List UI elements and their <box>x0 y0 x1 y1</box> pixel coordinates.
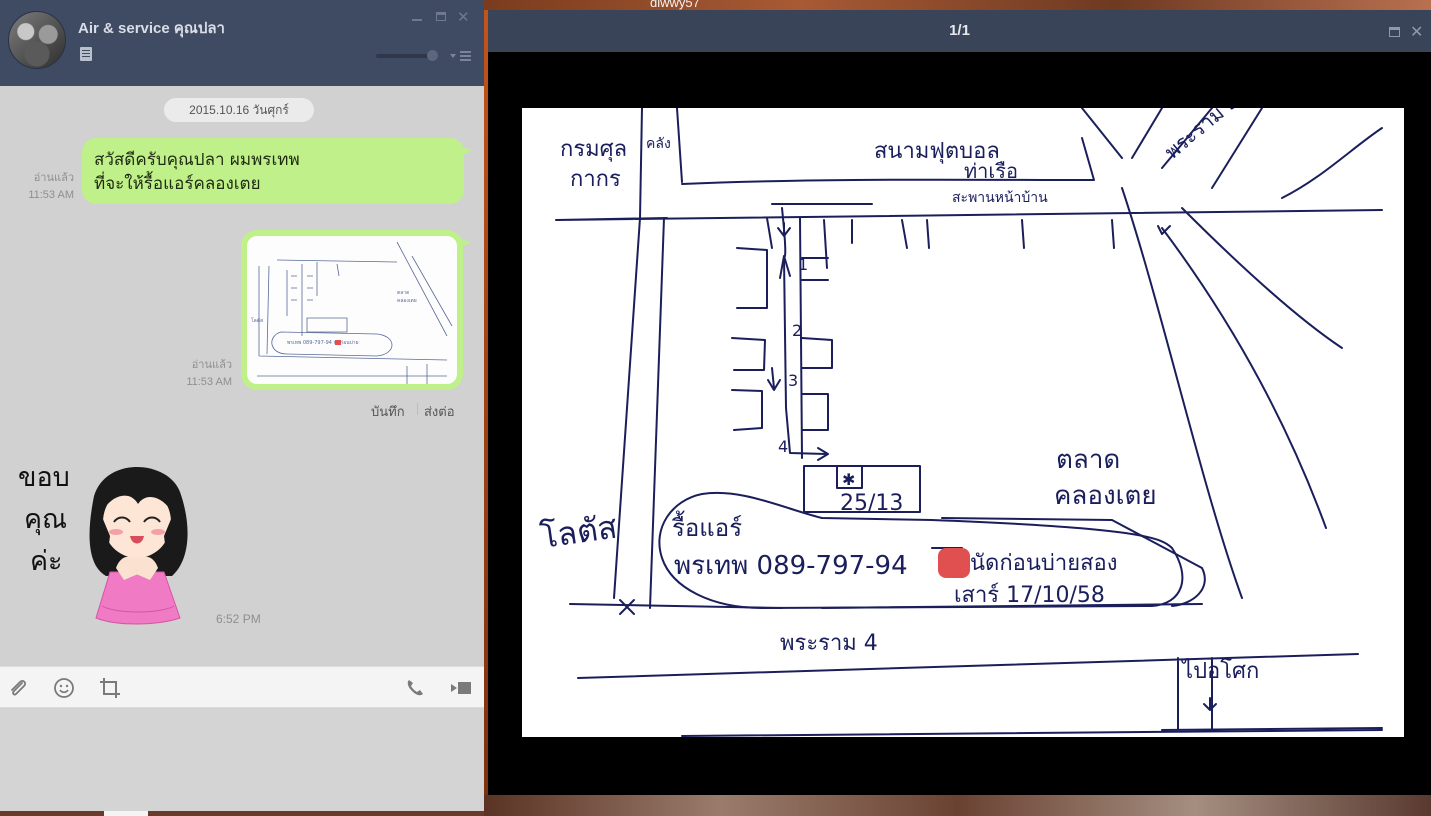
map-thumbnail[interactable]: พรเทพ 089-797-94 นัดก่อนบ่าย ตลาด คลองเต… <box>247 236 457 384</box>
map-label: พระราม 3 <box>1160 108 1244 164</box>
emoji-icon[interactable] <box>53 677 75 699</box>
close-icon[interactable]: ✕ <box>1410 22 1423 41</box>
map-star-icon: ✱ <box>842 470 855 489</box>
maximize-icon[interactable] <box>436 12 446 21</box>
message-time: 11:53 AM <box>28 189 74 201</box>
map-label: 2 <box>792 321 802 340</box>
map-label: พรเทพ 089-797-94 <box>674 551 908 581</box>
map-label: คลองเตย <box>1054 481 1157 511</box>
sticker-text-line: ขอบ <box>18 462 70 493</box>
taskbar-fragment <box>104 811 148 816</box>
viewer-titlebar: 1/1 ✕ <box>488 10 1431 52</box>
map-label: กรมศุล <box>560 137 627 162</box>
map-label: 3 <box>788 371 798 390</box>
map-label: 1 <box>798 255 808 274</box>
map-label: นัดก่อนบ่ายสอง <box>970 551 1118 576</box>
note-icon[interactable] <box>80 47 92 61</box>
phone-icon[interactable] <box>404 677 426 699</box>
message-line: สวัสดีครับคุณปลา ผมพรเทพ <box>94 150 300 170</box>
read-status: อ่านแล้ว <box>33 172 74 184</box>
svg-text:ตลาด: ตลาด <box>397 290 409 296</box>
desktop-background-bottom-left <box>0 811 484 816</box>
chat-title: Air & service คุณปลา <box>78 20 225 37</box>
map-label: ไปอโศก <box>1180 658 1259 684</box>
close-icon[interactable]: ✕ <box>457 10 470 25</box>
maximize-icon[interactable] <box>1389 27 1400 37</box>
paperclip-icon[interactable] <box>7 677 29 699</box>
read-status: อ่านแล้ว <box>191 359 232 371</box>
svg-text:โลตัส: โลตัส <box>251 317 263 324</box>
message-meta: อ่านแล้ว 11:53 AM <box>168 357 232 391</box>
save-button[interactable]: บันทึก <box>371 401 405 422</box>
desktop-icon-label[interactable]: diwwy57 <box>650 0 700 10</box>
menu-icon[interactable] <box>450 50 472 62</box>
map-label: 4 <box>778 437 788 456</box>
message-bubble[interactable]: สวัสดีครับคุณปลา ผมพรเทพ ที่จะให้รื้อแอร… <box>82 138 472 204</box>
svg-text:คลองเตย: คลองเตย <box>397 298 417 304</box>
chat-header: Air & service คุณปลา ✕ <box>0 0 484 86</box>
girl-sticker-icon <box>89 467 188 625</box>
map-label: คลัง <box>646 136 671 152</box>
image-viewer-window: 1/1 ✕ กรมศุล กากร คลัง สนามฟุตบอล ท่าเรื… <box>488 10 1431 795</box>
message-time: 11:53 AM <box>186 376 232 388</box>
sticker-message[interactable]: ขอบ คุณ ค่ะ <box>14 456 204 628</box>
map-label: สะพานหน้าบ้าน <box>952 190 1048 206</box>
message-time: 6:52 PM <box>216 612 261 626</box>
map-thumbnail-drawing: พรเทพ 089-797-94 นัดก่อนบ่าย ตลาด คลองเต… <box>251 241 453 384</box>
avatar[interactable] <box>8 11 66 69</box>
minimize-icon[interactable] <box>412 13 422 21</box>
desktop-background-bottom <box>484 795 1431 816</box>
map-label: กากร <box>570 167 621 192</box>
sticker-text-line: ค่ะ <box>30 546 63 577</box>
redacted-mark <box>938 548 970 578</box>
map-label: 25/13 <box>840 491 903 516</box>
volume-slider-handle[interactable] <box>427 50 438 61</box>
message-meta: อ่านแล้ว 11:53 AM <box>10 170 74 204</box>
sticker-text-line: คุณ <box>24 504 68 535</box>
video-call-icon[interactable] <box>450 677 472 699</box>
action-separator <box>417 403 418 415</box>
crop-icon[interactable] <box>99 677 121 699</box>
map-image[interactable]: กรมศุล กากร คลัง สนามฟุตบอล ท่าเรือ สะพา… <box>522 88 1404 737</box>
date-separator: 2015.10.16 วันศุกร์ <box>164 98 314 122</box>
chat-window: Air & service คุณปลา ✕ 2015.10.16 วันศุก… <box>0 0 484 811</box>
chat-toolbar <box>0 666 484 708</box>
map-label: รื้อแอร์ <box>672 510 742 542</box>
map-label: ท่าเรือ <box>964 159 1018 183</box>
desktop-background-top <box>484 0 1431 10</box>
forward-button[interactable]: ส่งต่อ <box>424 401 455 422</box>
map-label: พระราม 4 <box>780 631 878 656</box>
svg-text:พรเทพ 089-797-94 นัดก่อนบ่าย: พรเทพ 089-797-94 นัดก่อนบ่าย <box>287 340 359 346</box>
map-label: เสาร์ 17/10/58 <box>954 583 1105 608</box>
image-counter: 1/1 <box>949 22 970 39</box>
map-label: โลตัส <box>538 508 620 556</box>
message-line: ที่จะให้รื้อแอร์คลองเตย <box>94 174 261 194</box>
image-message-bubble[interactable]: พรเทพ 089-797-94 นัดก่อนบ่าย ตลาด คลองเต… <box>241 230 471 390</box>
hand-drawn-map: กรมศุล กากร คลัง สนามฟุตบอล ท่าเรือ สะพา… <box>538 88 1383 737</box>
message-input-area[interactable] <box>0 709 484 811</box>
map-label: ตลาด <box>1056 445 1120 475</box>
